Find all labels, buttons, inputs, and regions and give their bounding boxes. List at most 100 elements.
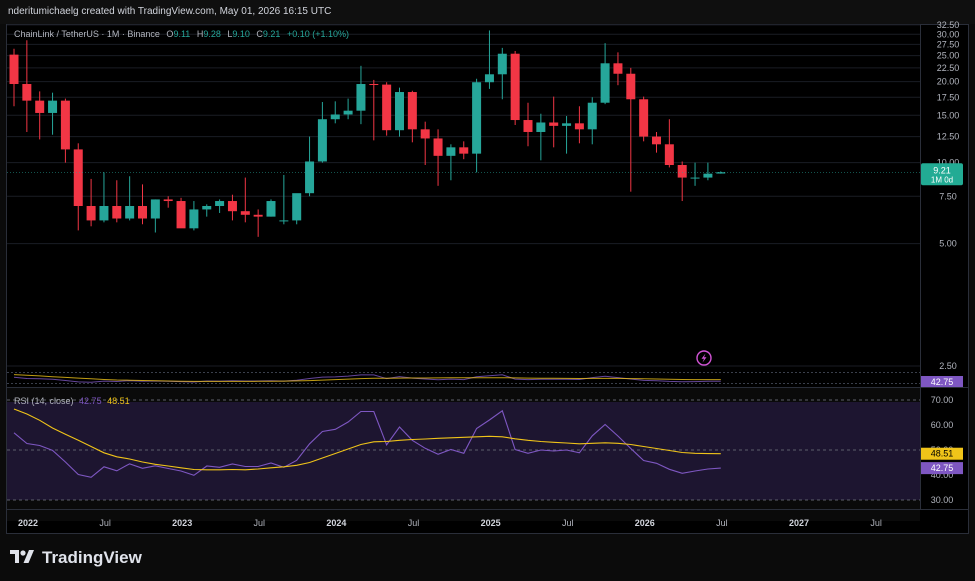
candle-body [253, 214, 263, 217]
rsi-ma-tag-value: 48.51 [931, 449, 954, 459]
candle-body [459, 147, 469, 154]
candle-body [703, 173, 713, 178]
price-axis-label: 5.00 [939, 239, 957, 249]
price-axis-label: 12.50 [937, 132, 960, 142]
candle-body [73, 149, 83, 207]
rsi-current-value: 42.75 [79, 396, 102, 406]
candle-body [279, 220, 289, 222]
price-axis-label: 30.00 [937, 29, 960, 39]
time-axis-label: 2022 [18, 518, 38, 528]
candle-body [99, 206, 109, 221]
candle-body [125, 206, 135, 219]
candle-body [600, 63, 610, 103]
candle-body [48, 100, 58, 113]
candle-body [523, 120, 533, 132]
change-value: +0.10 (+1.10%) [286, 29, 350, 39]
candle-body [189, 209, 199, 229]
price-axis-label: 22.50 [937, 63, 960, 73]
time-axis-label: Jul [562, 518, 574, 528]
candle-body [549, 122, 559, 126]
candle-body [536, 122, 546, 132]
candle-body [215, 201, 225, 207]
candle-body [395, 92, 404, 131]
candle-body [510, 53, 520, 121]
candle-body [652, 136, 661, 145]
candle-body [112, 206, 122, 219]
time-axis-label: 2026 [635, 518, 655, 528]
symbol-legend: ChainLink / TetherUS · 1M · Binance O9.1… [14, 29, 349, 39]
time-axis-label: 2025 [481, 518, 501, 528]
tradingview-wordmark: TradingView [42, 548, 142, 567]
candle-body [639, 99, 649, 137]
candle-body [150, 199, 160, 219]
tradingview-logo-icon [10, 548, 36, 569]
candle-body [382, 84, 392, 131]
candle-body [562, 123, 572, 126]
candle-body [716, 172, 726, 174]
low-value: 9.10 [232, 29, 250, 39]
time-axis-label: 2024 [326, 518, 346, 528]
time-axis-label: 2027 [789, 518, 809, 528]
rsi-axis-label: 60.00 [931, 420, 954, 430]
candle-body [266, 201, 276, 217]
candle-body [343, 110, 353, 115]
high-value: 9.28 [203, 29, 221, 39]
candle-body [664, 144, 674, 166]
price-axis-label: 17.50 [937, 92, 960, 102]
time-axis-label: Jul [716, 518, 728, 528]
strip-rsi-ma-line [13, 374, 721, 382]
candle-body [9, 54, 19, 85]
candle-body [86, 206, 96, 221]
candle-body [587, 102, 597, 130]
rsi-ma-current-value: 48.51 [107, 396, 130, 406]
candle-body [613, 63, 623, 74]
lightning-icon[interactable] [696, 350, 712, 366]
candle-body [497, 53, 507, 75]
candle-body [22, 84, 32, 101]
candle-body [574, 123, 584, 130]
candle-body [292, 193, 302, 221]
candle-body [240, 211, 250, 215]
rsi-legend: RSI (14, close) 42.75 48.51 [14, 396, 130, 406]
rsi-band [7, 402, 920, 500]
candle-body [35, 100, 45, 113]
time-axis-label: Jul [254, 518, 266, 528]
candle-body [138, 206, 147, 219]
candle-body [202, 206, 212, 210]
candle-body [305, 161, 315, 194]
price-axis-label: 7.50 [939, 191, 957, 201]
candle-body [227, 201, 237, 212]
time-axis-label: Jul [408, 518, 420, 528]
candle-body [690, 177, 700, 179]
candle-body [446, 147, 456, 156]
rsi-axis-label: 70.00 [931, 395, 954, 405]
candle-body [433, 138, 443, 156]
candle-body [330, 114, 340, 120]
candle-body [626, 73, 636, 100]
chart-canvas[interactable]: 32.5030.0027.5025.0022.5020.0017.5015.00… [0, 0, 975, 581]
tradingview-brand[interactable]: TradingView [10, 548, 142, 568]
time-axis-label: Jul [870, 518, 882, 528]
close-value: 9.21 [262, 29, 281, 39]
candle-body [317, 119, 327, 162]
candle-body [163, 199, 173, 202]
price-axis-label: 15.00 [937, 110, 960, 120]
last-price-tag-interval: 1M 0d [931, 175, 953, 184]
price-axis-label: 25.00 [937, 51, 960, 61]
candle-body [420, 129, 430, 139]
time-axis-label: Jul [99, 518, 111, 528]
candle-body [472, 82, 482, 154]
candle-body [356, 84, 366, 111]
rsi-axis-label: 30.00 [931, 495, 954, 505]
candle-body [176, 201, 186, 229]
candle-body [407, 92, 417, 130]
price-axis-label: 20.00 [937, 77, 960, 87]
time-axis-label: 2023 [172, 518, 192, 528]
rsi-tag-value: 42.75 [931, 463, 954, 473]
candle-body [369, 84, 379, 86]
price-axis-label: 2.50 [939, 361, 957, 371]
last-price-tag-value: 9.21 [933, 165, 951, 175]
strip-rsi-tag-value: 42.75 [931, 377, 954, 387]
candle-body [677, 165, 687, 178]
price-axis-label: 27.50 [937, 39, 960, 49]
